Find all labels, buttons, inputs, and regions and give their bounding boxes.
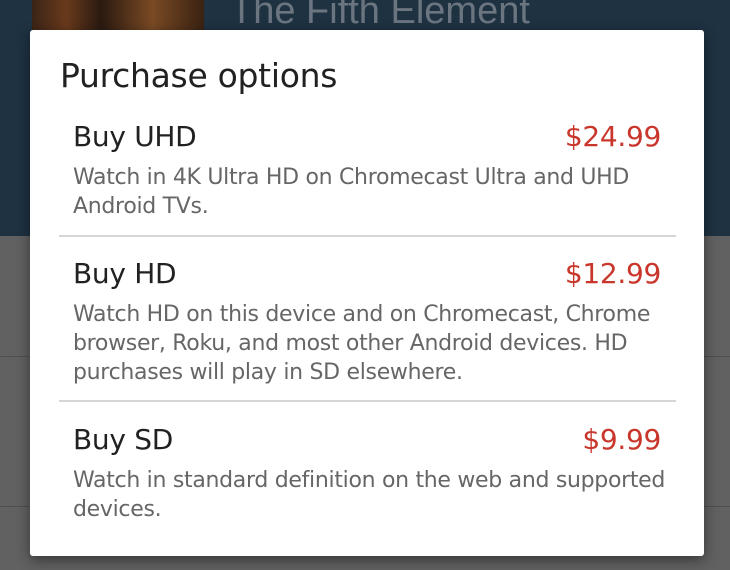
option-divider	[59, 235, 676, 237]
buy-hd-option[interactable]: Buy HD $12.99 Watch HD on this device an…	[59, 257, 676, 399]
movie-poster	[32, 0, 204, 30]
option-name: Buy HD	[73, 257, 177, 290]
option-price: $9.99	[582, 423, 661, 456]
option-price: $12.99	[564, 257, 661, 290]
option-price: $24.99	[564, 120, 661, 153]
purchase-options-dialog: Purchase options Buy UHD $24.99 Watch in…	[30, 30, 704, 556]
option-divider	[59, 400, 676, 402]
option-name: Buy SD	[73, 423, 173, 456]
movie-title: The Fifth Element	[230, 0, 530, 32]
dialog-title: Purchase options	[60, 56, 338, 95]
option-description: Watch in 4K Ultra HD on Chromecast Ultra…	[73, 165, 630, 219]
buy-uhd-option[interactable]: Buy UHD $24.99 Watch in 4K Ultra HD on C…	[59, 120, 676, 230]
buy-sd-option[interactable]: Buy SD $9.99 Watch in standard definitio…	[59, 423, 676, 535]
option-description: Watch HD on this device and on Chromecas…	[73, 302, 651, 385]
option-description: Watch in standard definition on the web …	[73, 468, 666, 522]
option-name: Buy UHD	[73, 120, 197, 153]
